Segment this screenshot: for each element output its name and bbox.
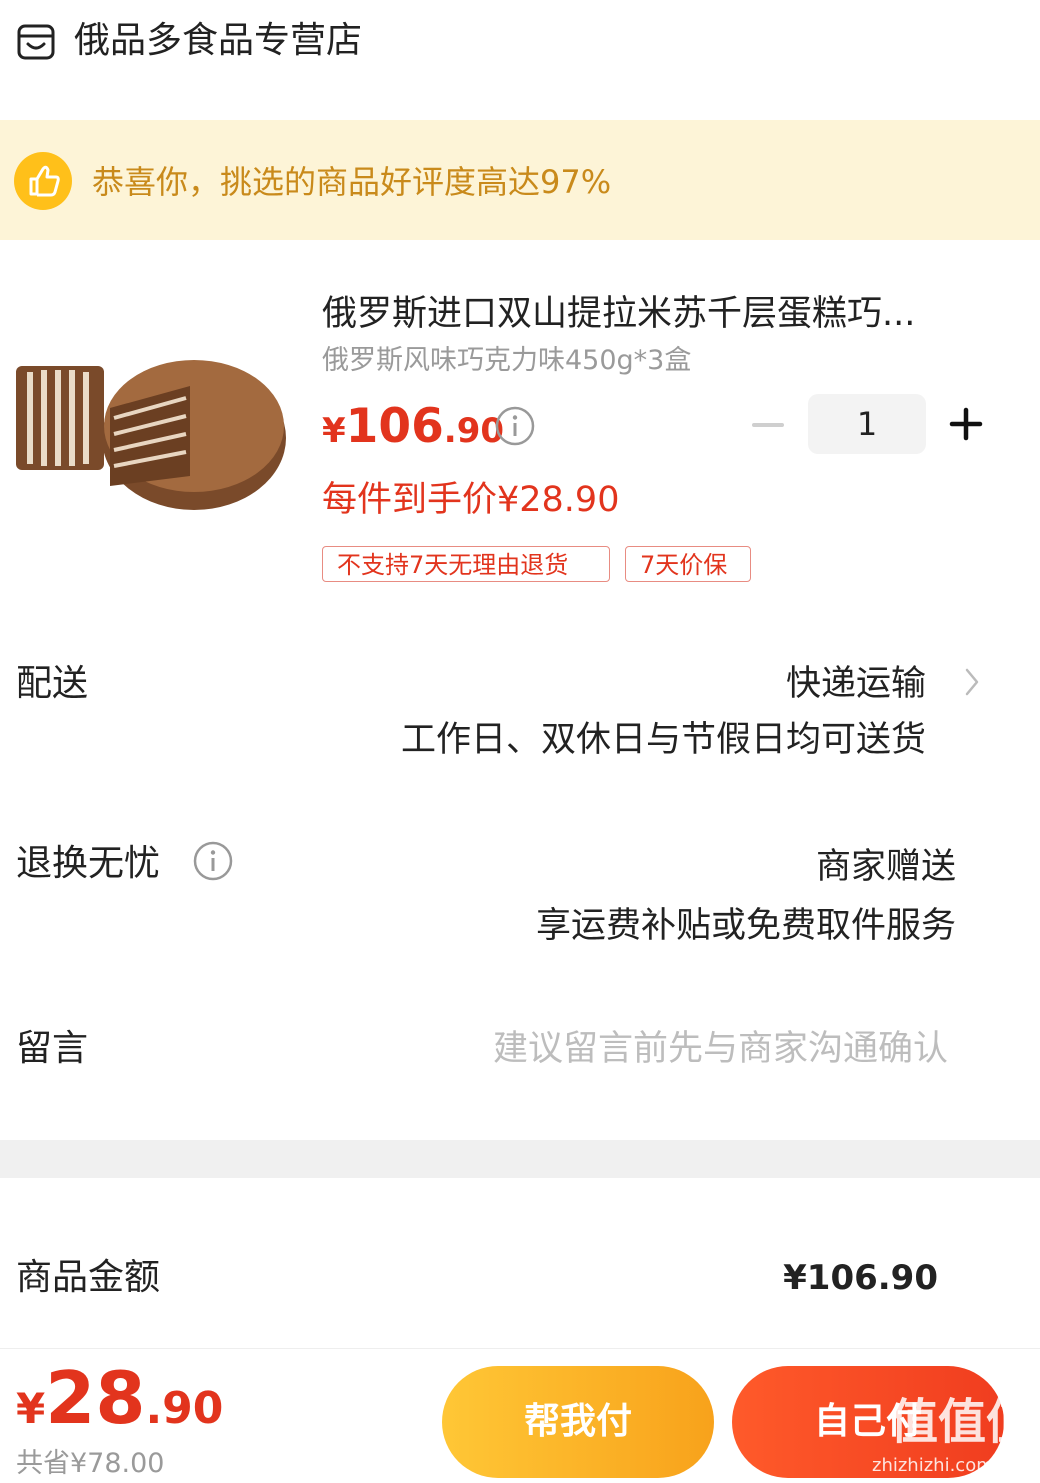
praise-text: 恭喜你，挑选的商品好评度高达97% — [92, 163, 612, 201]
product-title[interactable]: 俄罗斯进口双山提拉米苏千层蛋糕巧... — [322, 290, 992, 338]
amount-label: 商品金额 — [16, 1257, 161, 1298]
tag-price-protect: 7天价保 — [625, 546, 751, 582]
quantity-minus-button[interactable] — [746, 405, 790, 445]
thumbs-up-icon — [14, 152, 72, 210]
saved-amount: 共省¥78.00 — [16, 1448, 165, 1479]
store-name[interactable]: 俄品多食品专营店 — [74, 16, 362, 66]
product-price: ¥106.90 — [322, 398, 504, 460]
return-value: 商家赠送 — [815, 847, 956, 887]
quantity-input[interactable]: 1 — [808, 394, 926, 454]
delivery-method[interactable]: 快递运输 — [786, 660, 926, 708]
return-detail: 享运费补贴或免费取件服务 — [535, 906, 956, 946]
price-currency: ¥ — [322, 411, 346, 451]
delivery-detail[interactable]: 工作日、双休日与节假日均可送货 — [401, 716, 926, 764]
amount-value: ¥106.90 — [783, 1258, 938, 1298]
info-icon[interactable] — [192, 840, 234, 882]
return-label: 退换无忧 — [16, 843, 161, 884]
quantity-plus-button[interactable] — [944, 402, 988, 446]
message-label: 留言 — [16, 1028, 89, 1069]
total-decimal: .90 — [145, 1383, 224, 1434]
delivery-label: 配送 — [16, 663, 89, 704]
chevron-right-icon[interactable] — [962, 664, 982, 700]
shop-icon — [17, 24, 55, 60]
info-icon[interactable] — [494, 405, 536, 447]
message-input[interactable]: 建议留言前先与商家沟通确认 — [493, 1025, 948, 1073]
total-integer: 28 — [45, 1356, 146, 1440]
price-integer: 106 — [345, 399, 444, 454]
product-image[interactable] — [14, 326, 288, 522]
unit-price: 每件到手价¥28.90 — [322, 480, 620, 520]
watermark-url: zhizhizhi.com — [872, 1455, 994, 1476]
product-spec[interactable]: 俄罗斯风味巧克力味450g*3盒 — [322, 342, 691, 380]
total-price: ¥28.90 — [16, 1358, 223, 1458]
help-pay-button[interactable]: 帮我付 — [442, 1366, 714, 1478]
section-divider — [0, 1140, 1040, 1178]
watermark-logo: 值值值 — [890, 1394, 1035, 1450]
total-currency: ¥ — [16, 1384, 46, 1433]
tag-no-return: 不支持7天无理由退货 — [322, 546, 610, 582]
